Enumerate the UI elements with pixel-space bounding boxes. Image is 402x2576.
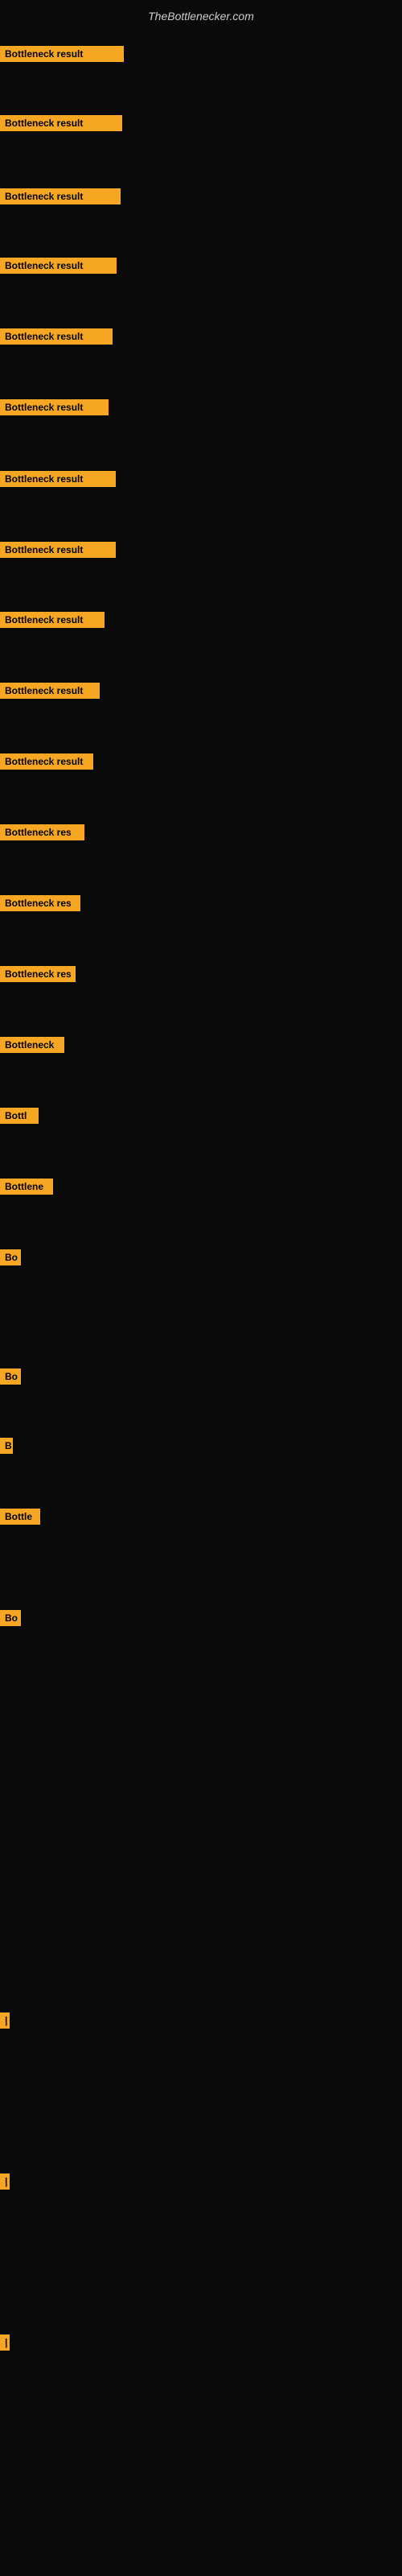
bottleneck-row-10: Bottleneck result bbox=[0, 683, 100, 699]
bottleneck-row-7: Bottleneck result bbox=[0, 471, 116, 487]
bottleneck-row-13: Bottleneck res bbox=[0, 895, 80, 911]
bottleneck-row-6: Bottleneck result bbox=[0, 399, 109, 415]
bottleneck-row-22: Bo bbox=[0, 1610, 21, 1626]
bottleneck-row-12: Bottleneck res bbox=[0, 824, 84, 840]
bottleneck-row-8: Bottleneck result bbox=[0, 542, 116, 558]
bottleneck-row-16: Bottl bbox=[0, 1108, 39, 1124]
bottleneck-row-15: Bottleneck bbox=[0, 1037, 64, 1053]
bottleneck-row-25: | bbox=[0, 2334, 10, 2351]
bottleneck-row-19: Bo bbox=[0, 1368, 21, 1385]
bottleneck-row-18: Bo bbox=[0, 1249, 21, 1265]
bottleneck-row-11: Bottleneck result bbox=[0, 753, 93, 770]
bottleneck-row-4: Bottleneck result bbox=[0, 258, 117, 274]
bottleneck-row-2: Bottleneck result bbox=[0, 115, 122, 131]
bottleneck-row-23: | bbox=[0, 2013, 10, 2029]
bottleneck-row-21: Bottle bbox=[0, 1509, 40, 1525]
bottleneck-row-9: Bottleneck result bbox=[0, 612, 105, 628]
bottleneck-row-3: Bottleneck result bbox=[0, 188, 121, 204]
bottleneck-row-5: Bottleneck result bbox=[0, 328, 113, 345]
bottleneck-row-24: | bbox=[0, 2174, 10, 2190]
bottleneck-row-14: Bottleneck res bbox=[0, 966, 76, 982]
bottleneck-row-1: Bottleneck result bbox=[0, 46, 124, 62]
bottleneck-row-17: Bottlene bbox=[0, 1179, 53, 1195]
bottleneck-row-20: B bbox=[0, 1438, 13, 1454]
site-title: TheBottlenecker.com bbox=[0, 3, 402, 29]
